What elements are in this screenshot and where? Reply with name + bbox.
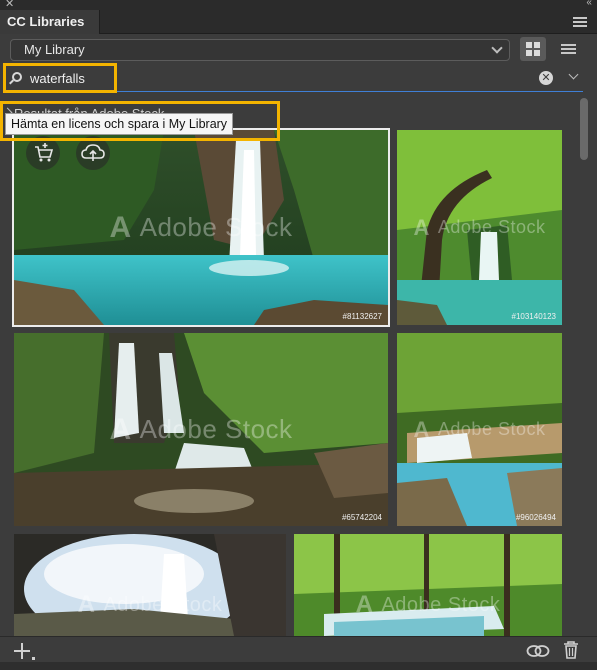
stock-thumbnail[interactable]: A Adobe Stock #96026494 (397, 333, 562, 526)
adobe-stock-watermark: A Adobe Stock (109, 412, 293, 446)
stock-id-label: #65742204 (341, 513, 382, 522)
plus-icon[interactable] (14, 643, 35, 660)
results-scrollbar[interactable] (578, 98, 590, 638)
link-icon[interactable] (526, 642, 550, 660)
cart-plus-icon (35, 143, 54, 162)
stock-id-label: #103140123 (511, 312, 557, 321)
adobe-stock-watermark: A Adobe Stock (109, 210, 293, 244)
stock-thumbnail[interactable]: A Adobe Stock (294, 534, 562, 636)
panel-bottom-bar (0, 662, 597, 670)
adobe-stock-watermark: A Adobe Stock (413, 214, 546, 240)
stock-id-label: #81132627 (342, 312, 382, 321)
cloud-upload-icon (81, 144, 105, 161)
save-preview-button[interactable] (76, 136, 110, 170)
stock-id-label: #96026494 (515, 513, 556, 522)
panel-footer (0, 636, 597, 670)
stock-thumbnail[interactable]: A Adobe Stock #65742204 (14, 333, 388, 526)
license-save-button[interactable] (26, 136, 60, 170)
tooltip-highlight-box (0, 101, 280, 141)
adobe-stock-watermark: A Adobe Stock (413, 416, 546, 442)
trash-icon[interactable] (563, 640, 579, 660)
stock-thumbnail[interactable]: A Adobe Stock #81132627 (12, 128, 390, 327)
scrollbar-thumb[interactable] (580, 98, 588, 160)
stock-thumbnail[interactable]: A Adobe Stock #103140123 (397, 130, 562, 325)
stock-thumbnail[interactable]: A Adobe Stock (14, 534, 286, 636)
adobe-stock-watermark: A Adobe Stock (77, 591, 223, 619)
adobe-stock-watermark: A Adobe Stock (355, 591, 501, 619)
